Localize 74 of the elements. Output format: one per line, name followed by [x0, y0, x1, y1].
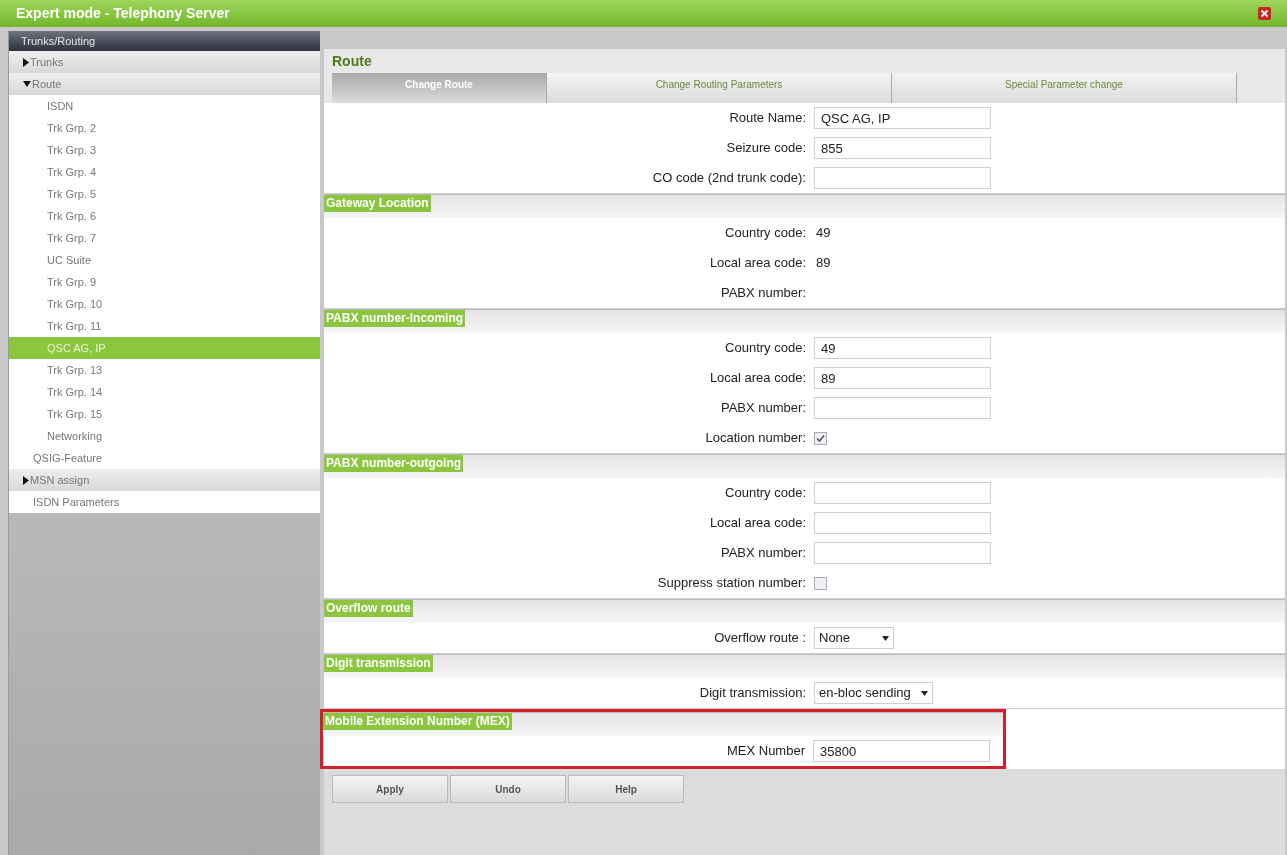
field-label: PABX number: — [720, 284, 806, 303]
tree-group[interactable]: Route — [9, 73, 320, 95]
field-label: Suppress station number: — [657, 574, 806, 593]
dropdown[interactable]: en-bloc sending — [814, 682, 933, 704]
sidebar-item[interactable]: Trk Grp. 11 — [9, 315, 320, 337]
close-icon[interactable] — [1258, 7, 1271, 20]
text-field[interactable]: QSC AG, IP — [814, 107, 991, 129]
field-label: Digit transmission: — [699, 684, 806, 703]
sidebar-item[interactable]: Trk Grp. 4 — [9, 161, 320, 183]
checkmark-icon — [816, 433, 825, 443]
tab[interactable]: Change Routing Parameters — [547, 73, 892, 103]
sidebar-item[interactable]: Trk Grp. 15 — [9, 403, 320, 425]
text-field[interactable]: 89 — [814, 367, 991, 389]
caret-down-icon — [23, 81, 31, 87]
field-label: Local area code: — [709, 254, 806, 273]
field-label: Location number: — [705, 429, 806, 448]
text-field[interactable] — [814, 512, 991, 534]
action-button[interactable]: Help — [568, 775, 684, 803]
caret-down-icon — [882, 635, 889, 641]
sidebar-item[interactable]: Networking — [9, 425, 320, 447]
caret-right-icon — [23, 475, 29, 485]
checkbox[interactable] — [814, 431, 827, 445]
field-label: Country code: — [725, 339, 806, 358]
field-label: Country code: — [725, 224, 806, 243]
field-label: MEX Number — [726, 742, 805, 761]
field-label: PABX number: — [720, 544, 806, 563]
text-field[interactable]: 35800 — [813, 740, 990, 762]
sidebar-header: Trunks/Routing — [9, 31, 320, 51]
field-value: 49 — [816, 224, 831, 243]
section-header: Digit transmission — [324, 655, 433, 672]
section-header: PABX number-outgoing — [324, 455, 464, 472]
field-label: Local area code: — [709, 369, 806, 388]
sidebar-item[interactable]: Trk Grp. 10 — [9, 293, 320, 315]
sidebar-item[interactable]: Trk Grp. 7 — [9, 227, 320, 249]
field-label: Overflow route : — [714, 629, 806, 648]
field-label: Local area code: — [709, 514, 806, 533]
text-field[interactable] — [814, 482, 991, 504]
sidebar-item[interactable]: ISDN — [9, 95, 320, 117]
tree-group[interactable]: Trunks — [9, 51, 320, 73]
text-field[interactable]: 49 — [814, 337, 991, 359]
text-field[interactable]: 855 — [814, 137, 991, 159]
action-button[interactable]: Apply — [332, 775, 448, 803]
section-header: Gateway Location — [324, 195, 431, 212]
field-label: Seizure code: — [726, 139, 806, 158]
sidebar-item[interactable]: Trk Grp. 14 — [9, 381, 320, 403]
sidebar-item[interactable]: Trk Grp. 5 — [9, 183, 320, 205]
dropdown[interactable]: None — [814, 627, 894, 649]
tab[interactable]: Special Parameter change — [892, 73, 1237, 103]
text-field[interactable] — [814, 397, 991, 419]
checkbox[interactable] — [814, 576, 827, 590]
caret-down-icon — [920, 690, 928, 696]
page-title: Route — [332, 51, 373, 71]
sidebar-item[interactable]: Trk Grp. 13 — [9, 359, 320, 381]
section-header: Overflow route — [324, 600, 413, 617]
action-button[interactable]: Undo — [450, 775, 566, 803]
tree-group[interactable]: MSN assign — [9, 469, 320, 491]
field-label: CO code (2nd trunk code): — [652, 169, 806, 188]
text-field[interactable] — [814, 167, 991, 189]
sidebar-item[interactable]: Trk Grp. 9 — [9, 271, 320, 293]
text-field[interactable] — [814, 542, 991, 564]
sidebar-item[interactable]: Trk Grp. 6 — [9, 205, 320, 227]
field-value: 89 — [816, 254, 831, 273]
section-header: Mobile Extension Number (MEX) — [323, 713, 512, 730]
caret-right-icon — [23, 57, 29, 67]
sidebar-item[interactable]: UC Suite — [9, 249, 320, 271]
sidebar-item[interactable]: Trk Grp. 3 — [9, 139, 320, 161]
section-header: PABX number-Incoming — [324, 310, 466, 327]
field-label: Route Name: — [729, 109, 806, 128]
sidebar-item[interactable]: ISDN Parameters — [9, 491, 320, 513]
window-title: Expert mode - Telephony Server — [16, 4, 230, 23]
field-label: PABX number: — [720, 399, 806, 418]
sidebar-item[interactable]: Trk Grp. 2 — [9, 117, 320, 139]
field-label: Country code: — [725, 484, 806, 503]
sidebar-item[interactable]: QSIG-Feature — [9, 447, 320, 469]
